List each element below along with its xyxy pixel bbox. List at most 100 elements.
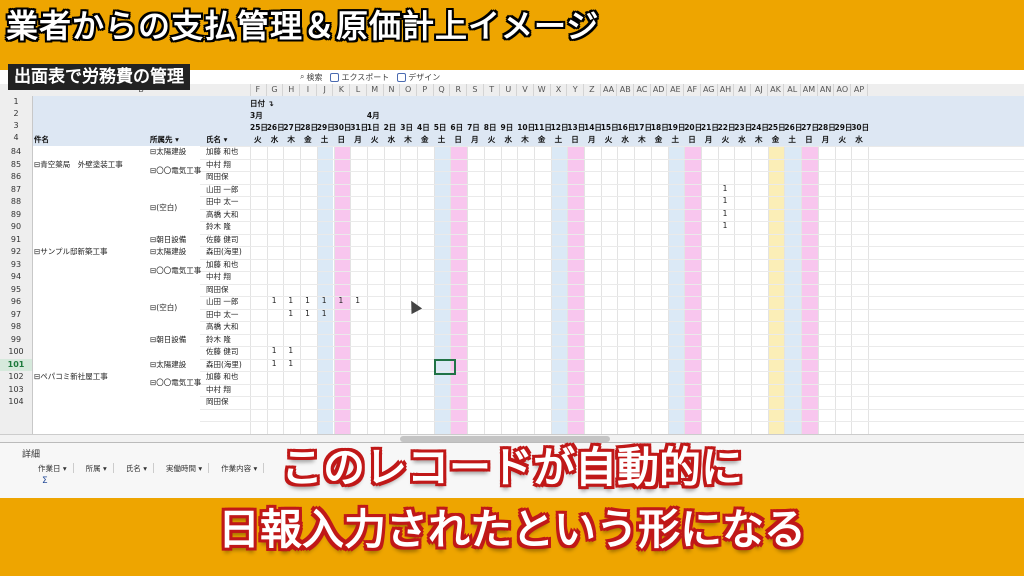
company-name[interactable]: ⊟太陽建設 <box>150 146 186 157</box>
project-name[interactable]: ⊟ペパコミ新社屋工事 <box>34 371 108 382</box>
column-header[interactable]: J <box>317 84 334 96</box>
row-header[interactable]: 4 <box>0 132 32 144</box>
company-name[interactable]: ⊟(空白) <box>150 202 177 213</box>
column-header[interactable]: AB <box>617 84 635 96</box>
cell-value[interactable]: 1 <box>723 184 728 193</box>
column-header[interactable]: P <box>417 84 434 96</box>
column-header[interactable]: X <box>551 84 568 96</box>
column-header[interactable]: Q <box>434 84 451 96</box>
cell-value[interactable]: 1 <box>272 346 277 355</box>
cell-value[interactable]: 1 <box>288 296 293 305</box>
cell-value[interactable]: 1 <box>288 309 293 318</box>
row-header[interactable]: 102 <box>0 371 32 383</box>
row-header[interactable]: 97 <box>0 309 32 321</box>
row-header[interactable]: 91 <box>0 234 32 246</box>
row-header[interactable]: 2 <box>0 108 32 120</box>
row-header[interactable]: 88 <box>0 196 32 208</box>
row-header[interactable]: 96 <box>0 296 32 308</box>
row-header[interactable]: 104 <box>0 396 32 408</box>
selected-cell[interactable] <box>433 358 457 375</box>
column-header[interactable]: AN <box>818 84 835 96</box>
project-name[interactable]: ⊟青空薬局 外壁塗装工事 <box>34 159 123 170</box>
row-header[interactable]: 94 <box>0 271 32 283</box>
cell-value[interactable]: 1 <box>305 309 310 318</box>
row-header[interactable]: 98 <box>0 321 32 333</box>
company-header[interactable]: 所属先 ▾ <box>150 134 179 145</box>
row-header[interactable]: 101 <box>0 358 32 371</box>
row-header[interactable]: 1 <box>0 96 32 108</box>
search-button[interactable]: ⌕ 検索 <box>300 72 322 83</box>
column-header[interactable]: Z <box>584 84 601 96</box>
project-header[interactable]: 件名 <box>34 134 49 145</box>
pivot-grid[interactable]: BFGHIJKLMNOPQRSTUVWXYZAAABACADAEAFAGAHAI… <box>0 84 1024 435</box>
company-name[interactable]: ⊟(空白) <box>150 302 177 313</box>
column-header[interactable]: T <box>484 84 501 96</box>
column-header[interactable]: AL <box>784 84 802 96</box>
column-header[interactable]: F <box>250 84 267 96</box>
column-header[interactable]: R <box>450 84 468 96</box>
column-header[interactable]: I <box>300 84 317 96</box>
row-header[interactable]: 86 <box>0 171 32 183</box>
cell-value[interactable]: 1 <box>288 346 293 355</box>
row-header[interactable]: 95 <box>0 284 32 296</box>
column-header[interactable]: AG <box>701 84 718 96</box>
company-name[interactable]: ⊟〇〇電気工事 <box>150 165 201 176</box>
column-header[interactable]: AK <box>768 84 785 96</box>
company-name[interactable]: ⊟朝日設備 <box>150 334 186 345</box>
company-name[interactable]: ⊟太陽建設 <box>150 359 186 370</box>
column-header[interactable]: G <box>267 84 284 96</box>
project-name[interactable]: ⊟サンプル邸新築工事 <box>34 246 108 257</box>
column-header[interactable]: AM <box>801 84 818 96</box>
cell-value[interactable]: 1 <box>355 296 360 305</box>
export-button[interactable]: エクスポート <box>330 72 389 83</box>
column-header[interactable]: AD <box>651 84 668 96</box>
column-header[interactable]: S <box>467 84 484 96</box>
row-header[interactable]: 85 <box>0 159 32 171</box>
column-header[interactable]: M <box>367 84 384 96</box>
column-header[interactable]: AO <box>835 84 852 96</box>
row-header[interactable]: 84 <box>0 146 32 158</box>
cell-value[interactable]: 1 <box>272 296 277 305</box>
row-header[interactable]: 92 <box>0 246 32 258</box>
cell-value[interactable]: 1 <box>305 296 310 305</box>
column-header[interactable]: K <box>334 84 351 96</box>
column-header[interactable]: N <box>384 84 401 96</box>
column-header[interactable]: AF <box>684 84 701 96</box>
column-header[interactable]: L <box>350 84 367 96</box>
column-header[interactable]: Y <box>567 84 584 96</box>
company-name[interactable]: ⊟朝日設備 <box>150 234 186 245</box>
company-name[interactable]: ⊟〇〇電気工事 <box>150 377 201 388</box>
column-header[interactable]: AH <box>718 84 735 96</box>
cell-value[interactable]: 1 <box>288 359 293 368</box>
column-header[interactable]: AA <box>601 84 618 96</box>
column-header[interactable]: W <box>534 84 551 96</box>
row-header[interactable]: 90 <box>0 221 32 233</box>
cell-value[interactable]: 1 <box>339 296 344 305</box>
design-button[interactable]: デザイン <box>397 72 440 83</box>
column-header[interactable]: V <box>517 84 534 96</box>
row-header[interactable]: 100 <box>0 346 32 358</box>
row-header[interactable]: 87 <box>0 184 32 196</box>
column-header[interactable]: AJ <box>751 84 768 96</box>
column-header[interactable]: U <box>501 84 518 96</box>
company-name[interactable]: ⊟〇〇電気工事 <box>150 265 201 276</box>
cell-value[interactable]: 1 <box>723 196 728 205</box>
row-header[interactable]: 89 <box>0 209 32 221</box>
column-header[interactable]: AP <box>851 84 868 96</box>
cell-value[interactable]: 1 <box>723 221 728 230</box>
row-header[interactable]: 93 <box>0 259 32 271</box>
column-header[interactable]: AI <box>734 84 751 96</box>
column-header[interactable]: AC <box>634 84 651 96</box>
row-header[interactable]: 103 <box>0 384 32 396</box>
cell-value[interactable]: 1 <box>322 309 327 318</box>
name-header[interactable]: 氏名 ▾ <box>206 134 227 145</box>
row-header[interactable]: 3 <box>0 120 32 132</box>
company-name[interactable]: ⊟太陽建設 <box>150 246 186 257</box>
column-header[interactable]: H <box>283 84 301 96</box>
column-header[interactable]: O <box>400 84 417 96</box>
row-header[interactable]: 99 <box>0 334 32 346</box>
cell-value[interactable]: 1 <box>723 209 728 218</box>
date-field-button[interactable]: 日付 ↴ <box>250 98 274 109</box>
cell-value[interactable]: 1 <box>322 296 327 305</box>
cell-value[interactable]: 1 <box>272 359 277 368</box>
